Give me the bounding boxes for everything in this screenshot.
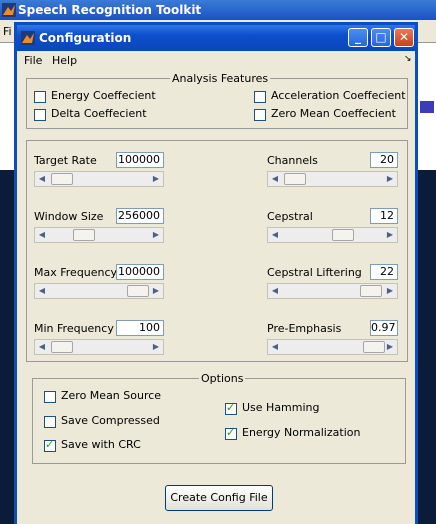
zero-mean-source-checkbox[interactable] [44,391,56,403]
slider-right-arrow-icon[interactable]: ▶ [383,340,397,354]
max-frequency-input[interactable]: 100000 [116,264,164,280]
slider-left-arrow-icon[interactable]: ◀ [268,228,282,242]
slider-left-arrow-icon[interactable]: ◀ [268,284,282,298]
cepstral-liftering-label: Cepstral Liftering [267,266,362,279]
slider-thumb[interactable] [51,173,73,185]
target-rate-label: Target Rate [34,154,97,167]
acceleration-coeffecient-label: Acceleration Coeffecient [271,89,406,102]
close-button[interactable]: ✕ [394,28,414,47]
slider-thumb[interactable] [332,229,354,241]
use-hamming-label: Use Hamming [242,401,320,414]
max-frequency-label: Max Frequency [34,266,118,279]
min-frequency-slider[interactable]: ◀ ▶ [34,339,164,355]
use-hamming-checkbox[interactable] [225,401,237,415]
max-frequency-slider[interactable]: ◀ ▶ [34,283,164,299]
background-app-title: Speech Recognition Toolkit [18,3,202,17]
min-frequency-label: Min Frequency [34,322,114,335]
matlab-logo-icon [21,31,35,45]
save-with-crc-label: Save with CRC [61,438,141,451]
slider-left-arrow-icon[interactable]: ◀ [35,228,49,242]
zero-mean-coeffecient-label: Zero Mean Coeffecient [271,107,396,120]
matlab-logo-icon [2,3,16,17]
target-rate-input[interactable]: 100000 [116,152,164,168]
maximize-button[interactable]: □ [371,28,391,47]
background-menu-file[interactable]: Fi [3,25,12,38]
window-size-input[interactable]: 256000 [116,208,164,224]
slider-thumb[interactable] [73,229,95,241]
slider-right-arrow-icon[interactable]: ▶ [149,340,163,354]
energy-normalization-label: Energy Normalization [242,426,361,439]
pre-emphasis-input[interactable]: 0.97 [370,320,398,336]
dialog-titlebar[interactable]: Configuration _ □ ✕ [17,25,415,51]
window-size-label: Window Size [34,210,104,223]
window-size-slider[interactable]: ◀ ▶ [34,227,164,243]
slider-thumb[interactable] [284,173,306,185]
slider-right-arrow-icon[interactable]: ▶ [149,228,163,242]
acceleration-coeffecient-checkbox[interactable] [254,91,266,103]
channels-label: Channels [267,154,318,167]
slider-right-arrow-icon[interactable]: ▶ [149,172,163,186]
minimize-button[interactable]: _ [348,28,368,47]
slider-right-arrow-icon[interactable]: ▶ [383,228,397,242]
slider-thumb[interactable] [360,285,382,297]
slider-right-arrow-icon[interactable]: ▶ [383,172,397,186]
channels-input[interactable]: 20 [370,152,398,168]
delta-coeffecient-checkbox[interactable] [34,109,46,121]
slider-left-arrow-icon[interactable]: ◀ [35,284,49,298]
menu-file[interactable]: File [24,54,42,67]
cepstral-liftering-slider[interactable]: ◀ ▶ [267,283,398,299]
background-app-titlebar: Speech Recognition Toolkit [0,0,436,20]
slider-left-arrow-icon[interactable]: ◀ [35,340,49,354]
configuration-dialog: Configuration _ □ ✕ File Help ↘ Analysis… [14,22,418,524]
slider-right-arrow-icon[interactable]: ▶ [383,284,397,298]
channels-slider[interactable]: ◀ ▶ [267,171,398,187]
save-compressed-checkbox[interactable] [44,416,56,428]
delta-coeffecient-label: Delta Coeffecient [51,107,147,120]
energy-coeffecient-label: Energy Coeffecient [51,89,156,102]
options-title: Options [199,372,246,385]
slider-left-arrow-icon[interactable]: ◀ [35,172,49,186]
slider-thumb[interactable] [51,341,73,353]
save-compressed-label: Save Compressed [61,414,160,427]
slider-right-arrow-icon[interactable]: ▶ [149,284,163,298]
analysis-features-group: Analysis Features [26,72,408,129]
cepstral-liftering-input[interactable]: 22 [370,264,398,280]
slider-left-arrow-icon[interactable]: ◀ [268,172,282,186]
cepstral-input[interactable]: 12 [370,208,398,224]
dialog-title: Configuration [39,31,132,45]
analysis-features-title: Analysis Features [170,72,271,85]
menu-arrow-icon[interactable]: ↘ [404,54,412,64]
create-config-file-button[interactable]: Create Config File [165,485,273,511]
slider-thumb[interactable] [363,341,385,353]
zero-mean-coeffecient-checkbox[interactable] [254,109,266,121]
cepstral-slider[interactable]: ◀ ▶ [267,227,398,243]
min-frequency-input[interactable]: 100 [116,320,164,336]
pre-emphasis-label: Pre-Emphasis [267,322,342,335]
dialog-menubar: File Help ↘ [17,51,415,70]
cepstral-label: Cepstral [267,210,313,223]
slider-thumb[interactable] [127,285,149,297]
energy-coeffecient-checkbox[interactable] [34,91,46,103]
save-with-crc-checkbox[interactable] [44,438,56,452]
menu-help[interactable]: Help [52,54,77,67]
target-rate-slider[interactable]: ◀ ▶ [34,171,164,187]
energy-normalization-checkbox[interactable] [225,426,237,440]
zero-mean-source-label: Zero Mean Source [61,389,162,402]
background-plot-fragment [420,101,434,113]
slider-left-arrow-icon[interactable]: ◀ [268,340,282,354]
pre-emphasis-slider[interactable]: ◀ ▶ [267,339,398,355]
